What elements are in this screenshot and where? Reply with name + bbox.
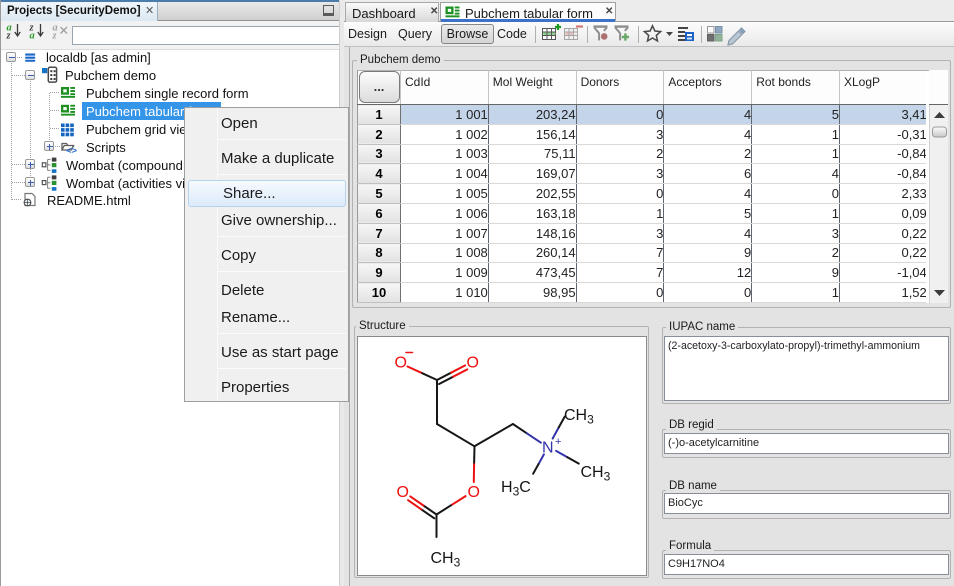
svg-text:N: N [542,440,554,457]
svg-text:a: a [30,31,35,42]
svg-text:O: O [467,355,479,372]
svg-text:+: + [555,436,561,448]
svg-text:H3C: H3C [501,479,531,499]
svg-text:CH3: CH3 [431,550,461,570]
svg-text:CH3: CH3 [581,464,611,484]
svg-text:O: O [468,484,480,501]
svg-text:O: O [395,355,407,372]
svg-text:<>: <> [66,146,78,157]
svg-text:O: O [397,484,409,501]
svg-text:CH3: CH3 [564,407,594,427]
